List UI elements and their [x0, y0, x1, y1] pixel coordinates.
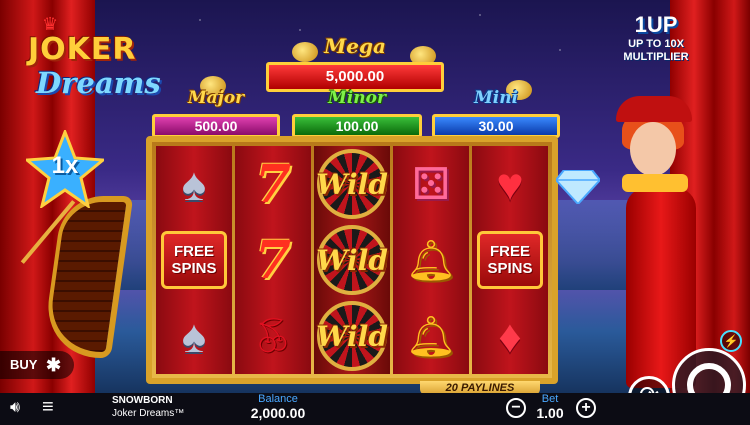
balance-display: Balance 2,000.00: [246, 393, 310, 422]
reel-1: ♠ FREE SPINS ♠: [156, 146, 232, 374]
sparkle-icon: ✱: [46, 355, 62, 375]
bell-icon: 🔔︎: [405, 238, 457, 283]
promo-line1: UP TO 10X: [628, 38, 684, 50]
logo-dreams-text: Dreams: [36, 66, 161, 100]
balance-value: 2,000.00: [250, 405, 306, 421]
free-spins-symbol: FREE SPINS: [477, 231, 543, 289]
jackpot-major: Major 500.00: [152, 88, 280, 138]
jackpot-mini-title: Mini: [473, 88, 519, 108]
bet-value: 1.00: [536, 405, 564, 421]
studio-name: SNOWBORN: [112, 395, 173, 406]
reel-cell: Wild: [314, 146, 390, 222]
cherry-icon: 🍒︎: [251, 317, 295, 355]
reel-cell: 7: [235, 146, 311, 222]
reel-2: 7 7 🍒︎: [235, 146, 311, 374]
promo-title: 1UP: [634, 12, 678, 37]
bottom-bar: 🔊︎ ≡ SNOWBORN Joker Dreams™ Balance 2,00…: [0, 393, 750, 425]
turbo-toggle[interactable]: ⚡: [720, 330, 742, 352]
increase-bet-button[interactable]: +: [576, 398, 596, 418]
wild-symbol: Wild: [316, 243, 388, 277]
reel-cell: ♥: [472, 146, 548, 222]
buy-label: BUY: [10, 357, 38, 372]
reel-cell: ♦: [472, 298, 548, 374]
spade-icon: ♠: [181, 310, 207, 362]
diamond-icon: ♦: [498, 310, 522, 362]
free-spins-symbol: FREE SPINS: [161, 231, 227, 289]
wild-symbol: Wild: [316, 167, 388, 201]
bell-icon: 🔔︎: [405, 314, 457, 359]
game-scene: ♛ JOKER Dreams 1x Mega 5,000.00 Major 50…: [0, 0, 750, 425]
jackpot-mini-amount: 30.00: [432, 114, 560, 138]
game-logo: ♛ JOKER Dreams: [14, 14, 161, 108]
bet-display: Bet 1.00: [530, 393, 570, 422]
spade-icon: ♠: [181, 158, 207, 210]
game-title: Joker Dreams™: [112, 408, 185, 419]
sound-toggle[interactable]: 🔊︎: [10, 399, 20, 417]
reel-grid: ♠ FREE SPINS ♠ 7 7 🍒︎ Wild Wild Wild ⚄ 🔔︎ 🔔︎ ♥ FREE SPI…: [156, 146, 548, 374]
jackpot-minor: Minor 100.00: [292, 88, 422, 138]
plus-icon: +: [581, 399, 591, 416]
free-spins-line2: SPINS: [487, 260, 533, 277]
lightning-icon: ⚡: [723, 334, 739, 348]
dice-icon: ⚄: [411, 159, 451, 209]
wild-symbol: Wild: [316, 319, 388, 353]
reels-frame: ♠ FREE SPINS ♠ 7 7 🍒︎ Wild Wild Wild ⚄ 🔔︎ 🔔︎ ♥ FREE SPI…: [146, 136, 558, 384]
buy-feature-button[interactable]: BUY ✱: [0, 351, 74, 379]
reel-cell: Wild: [314, 222, 390, 298]
reel-cell: ⚄: [393, 146, 469, 222]
reel-cell: 🍒︎: [235, 298, 311, 374]
promo-line2: MULTIPLIER: [623, 51, 689, 63]
reel-cell: ♠: [156, 146, 232, 222]
jackpot-mini: Mini 30.00: [432, 88, 560, 138]
jester-head: [630, 122, 676, 176]
jester-collar: [622, 174, 688, 192]
reel-cell: FREE SPINS: [156, 222, 232, 298]
free-spins-line2: SPINS: [171, 260, 217, 277]
jester-character: [612, 96, 736, 388]
reel-cell: Wild: [314, 298, 390, 374]
multiplier-star: 1x: [26, 130, 104, 208]
jackpot-mega: Mega 5,000.00: [266, 34, 444, 92]
reel-cell: 🔔︎: [393, 222, 469, 298]
reel-4: ⚄ 🔔︎ 🔔︎: [393, 146, 469, 374]
heart-icon: ♥: [496, 158, 524, 210]
jackpot-major-amount: 500.00: [152, 114, 280, 138]
speaker-icon: 🔊︎: [10, 399, 21, 416]
jester-hat: [616, 96, 692, 122]
reel-cell: ♠: [156, 298, 232, 374]
hamburger-menu-icon: ≡: [42, 396, 54, 418]
minus-icon: −: [511, 399, 521, 416]
logo-joker-text: JOKER: [28, 32, 137, 67]
balance-label: Balance: [258, 393, 298, 405]
jackpot-mega-title: Mega: [324, 34, 386, 58]
seven-icon: 7: [254, 153, 292, 215]
reel-cell: 7: [235, 222, 311, 298]
reel-cell: 🔔︎: [393, 298, 469, 374]
bet-label: Bet: [541, 393, 559, 405]
multiplier-value: 1x: [51, 152, 79, 179]
free-spins-line1: FREE: [173, 243, 214, 260]
jackpot-minor-title: Minor: [328, 88, 386, 108]
promo-badge: 1UP UP TO 10X MULTIPLIER: [596, 12, 716, 72]
decrease-bet-button[interactable]: −: [506, 398, 526, 418]
reel-cell: FREE SPINS: [472, 222, 548, 298]
reel-3: Wild Wild Wild: [314, 146, 390, 374]
diamond-gem-icon: [556, 170, 600, 204]
reel-5: ♥ FREE SPINS ♦: [472, 146, 548, 374]
seven-icon: 7: [254, 229, 292, 291]
free-spins-line1: FREE: [489, 243, 530, 260]
jackpot-minor-amount: 100.00: [292, 114, 422, 138]
game-info: SNOWBORN Joker Dreams™: [112, 394, 184, 420]
jackpot-major-title: Major: [187, 88, 245, 108]
menu-button[interactable]: ≡: [42, 397, 54, 417]
